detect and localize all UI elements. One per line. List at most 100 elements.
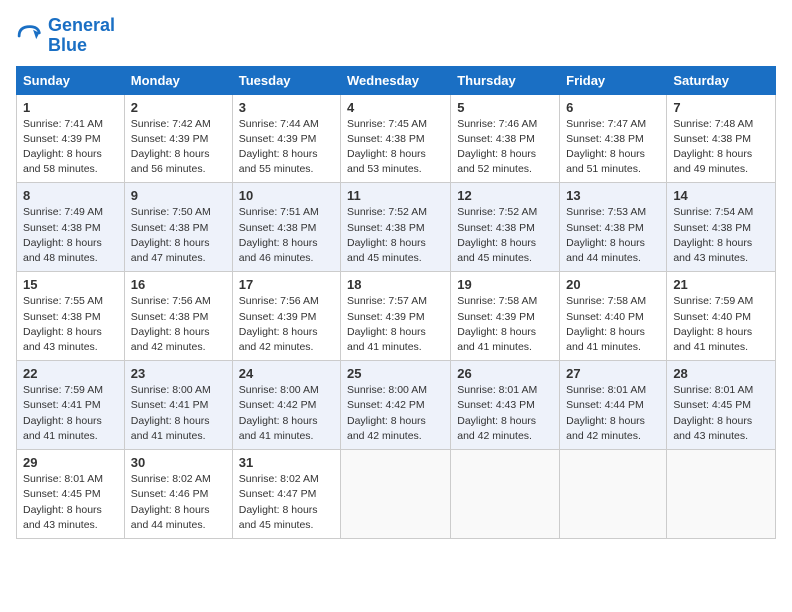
day-number: 22	[23, 366, 118, 381]
sunset-label: Sunset: 4:46 PM	[131, 488, 209, 500]
sunrise-label: Sunrise: 7:44 AM	[239, 118, 319, 130]
calendar-header-row: SundayMondayTuesdayWednesdayThursdayFrid…	[17, 66, 776, 94]
calendar-cell: 3 Sunrise: 7:44 AM Sunset: 4:39 PM Dayli…	[232, 94, 340, 183]
day-number: 4	[347, 100, 444, 115]
calendar-cell: 17 Sunrise: 7:56 AM Sunset: 4:39 PM Dayl…	[232, 272, 340, 361]
daylight-label: Daylight: 8 hours and 41 minutes.	[457, 326, 536, 353]
day-number: 2	[131, 100, 226, 115]
page-header: General Blue	[16, 16, 776, 56]
day-number: 3	[239, 100, 334, 115]
calendar-cell: 4 Sunrise: 7:45 AM Sunset: 4:38 PM Dayli…	[341, 94, 451, 183]
sunset-label: Sunset: 4:42 PM	[347, 399, 425, 411]
day-info: Sunrise: 8:01 AM Sunset: 4:45 PM Dayligh…	[673, 383, 769, 444]
day-info: Sunrise: 8:02 AM Sunset: 4:47 PM Dayligh…	[239, 472, 334, 533]
day-info: Sunrise: 8:00 AM Sunset: 4:42 PM Dayligh…	[239, 383, 334, 444]
sunset-label: Sunset: 4:45 PM	[23, 488, 101, 500]
daylight-label: Daylight: 8 hours and 49 minutes.	[673, 148, 752, 175]
daylight-label: Daylight: 8 hours and 43 minutes.	[23, 504, 102, 531]
calendar-cell: 20 Sunrise: 7:58 AM Sunset: 4:40 PM Dayl…	[560, 272, 667, 361]
daylight-label: Daylight: 8 hours and 53 minutes.	[347, 148, 426, 175]
sunset-label: Sunset: 4:39 PM	[347, 311, 425, 323]
sunset-label: Sunset: 4:41 PM	[23, 399, 101, 411]
sunset-label: Sunset: 4:45 PM	[673, 399, 751, 411]
calendar-week-row: 1 Sunrise: 7:41 AM Sunset: 4:39 PM Dayli…	[17, 94, 776, 183]
calendar-cell: 16 Sunrise: 7:56 AM Sunset: 4:38 PM Dayl…	[124, 272, 232, 361]
day-info: Sunrise: 7:56 AM Sunset: 4:38 PM Dayligh…	[131, 294, 226, 355]
calendar-cell: 28 Sunrise: 8:01 AM Sunset: 4:45 PM Dayl…	[667, 361, 776, 450]
sunset-label: Sunset: 4:39 PM	[23, 133, 101, 145]
sunset-label: Sunset: 4:38 PM	[566, 133, 644, 145]
day-info: Sunrise: 7:41 AM Sunset: 4:39 PM Dayligh…	[23, 117, 118, 178]
sunrise-label: Sunrise: 8:02 AM	[131, 473, 211, 485]
calendar-cell: 2 Sunrise: 7:42 AM Sunset: 4:39 PM Dayli…	[124, 94, 232, 183]
weekday-header-sunday: Sunday	[17, 66, 125, 94]
day-number: 13	[566, 188, 660, 203]
calendar-week-row: 8 Sunrise: 7:49 AM Sunset: 4:38 PM Dayli…	[17, 183, 776, 272]
sunrise-label: Sunrise: 7:53 AM	[566, 206, 646, 218]
day-number: 28	[673, 366, 769, 381]
weekday-header-monday: Monday	[124, 66, 232, 94]
sunset-label: Sunset: 4:38 PM	[566, 222, 644, 234]
sunrise-label: Sunrise: 7:50 AM	[131, 206, 211, 218]
sunrise-label: Sunrise: 8:00 AM	[239, 384, 319, 396]
daylight-label: Daylight: 8 hours and 42 minutes.	[239, 326, 318, 353]
daylight-label: Daylight: 8 hours and 41 minutes.	[23, 415, 102, 442]
calendar-cell: 7 Sunrise: 7:48 AM Sunset: 4:38 PM Dayli…	[667, 94, 776, 183]
day-number: 14	[673, 188, 769, 203]
calendar-cell	[560, 450, 667, 539]
sunrise-label: Sunrise: 7:45 AM	[347, 118, 427, 130]
sunrise-label: Sunrise: 7:58 AM	[566, 295, 646, 307]
weekday-header-tuesday: Tuesday	[232, 66, 340, 94]
sunrise-label: Sunrise: 7:46 AM	[457, 118, 537, 130]
calendar-cell: 29 Sunrise: 8:01 AM Sunset: 4:45 PM Dayl…	[17, 450, 125, 539]
daylight-label: Daylight: 8 hours and 44 minutes.	[131, 504, 210, 531]
sunset-label: Sunset: 4:44 PM	[566, 399, 644, 411]
daylight-label: Daylight: 8 hours and 56 minutes.	[131, 148, 210, 175]
calendar-cell: 11 Sunrise: 7:52 AM Sunset: 4:38 PM Dayl…	[341, 183, 451, 272]
daylight-label: Daylight: 8 hours and 51 minutes.	[566, 148, 645, 175]
daylight-label: Daylight: 8 hours and 47 minutes.	[131, 237, 210, 264]
sunset-label: Sunset: 4:41 PM	[131, 399, 209, 411]
sunset-label: Sunset: 4:43 PM	[457, 399, 535, 411]
daylight-label: Daylight: 8 hours and 41 minutes.	[347, 326, 426, 353]
day-info: Sunrise: 7:52 AM Sunset: 4:38 PM Dayligh…	[347, 205, 444, 266]
sunrise-label: Sunrise: 8:01 AM	[673, 384, 753, 396]
day-number: 21	[673, 277, 769, 292]
sunset-label: Sunset: 4:42 PM	[239, 399, 317, 411]
calendar-cell: 18 Sunrise: 7:57 AM Sunset: 4:39 PM Dayl…	[341, 272, 451, 361]
day-number: 11	[347, 188, 444, 203]
day-info: Sunrise: 7:58 AM Sunset: 4:40 PM Dayligh…	[566, 294, 660, 355]
calendar-cell: 14 Sunrise: 7:54 AM Sunset: 4:38 PM Dayl…	[667, 183, 776, 272]
calendar-cell: 27 Sunrise: 8:01 AM Sunset: 4:44 PM Dayl…	[560, 361, 667, 450]
sunset-label: Sunset: 4:38 PM	[23, 311, 101, 323]
day-number: 19	[457, 277, 553, 292]
day-info: Sunrise: 7:59 AM Sunset: 4:41 PM Dayligh…	[23, 383, 118, 444]
day-info: Sunrise: 7:58 AM Sunset: 4:39 PM Dayligh…	[457, 294, 553, 355]
sunset-label: Sunset: 4:38 PM	[457, 133, 535, 145]
sunset-label: Sunset: 4:40 PM	[673, 311, 751, 323]
logo-text: General Blue	[48, 16, 115, 56]
sunrise-label: Sunrise: 7:54 AM	[673, 206, 753, 218]
calendar-cell: 21 Sunrise: 7:59 AM Sunset: 4:40 PM Dayl…	[667, 272, 776, 361]
calendar-cell: 10 Sunrise: 7:51 AM Sunset: 4:38 PM Dayl…	[232, 183, 340, 272]
daylight-label: Daylight: 8 hours and 45 minutes.	[457, 237, 536, 264]
day-number: 26	[457, 366, 553, 381]
day-info: Sunrise: 7:44 AM Sunset: 4:39 PM Dayligh…	[239, 117, 334, 178]
daylight-label: Daylight: 8 hours and 41 minutes.	[131, 415, 210, 442]
day-info: Sunrise: 7:54 AM Sunset: 4:38 PM Dayligh…	[673, 205, 769, 266]
weekday-header-thursday: Thursday	[451, 66, 560, 94]
sunset-label: Sunset: 4:38 PM	[23, 222, 101, 234]
weekday-header-wednesday: Wednesday	[341, 66, 451, 94]
calendar-week-row: 22 Sunrise: 7:59 AM Sunset: 4:41 PM Dayl…	[17, 361, 776, 450]
sunrise-label: Sunrise: 7:58 AM	[457, 295, 537, 307]
calendar-cell: 24 Sunrise: 8:00 AM Sunset: 4:42 PM Dayl…	[232, 361, 340, 450]
calendar-cell: 6 Sunrise: 7:47 AM Sunset: 4:38 PM Dayli…	[560, 94, 667, 183]
sunrise-label: Sunrise: 8:01 AM	[23, 473, 103, 485]
sunrise-label: Sunrise: 7:48 AM	[673, 118, 753, 130]
sunrise-label: Sunrise: 7:56 AM	[131, 295, 211, 307]
daylight-label: Daylight: 8 hours and 52 minutes.	[457, 148, 536, 175]
sunrise-label: Sunrise: 7:59 AM	[673, 295, 753, 307]
day-info: Sunrise: 7:50 AM Sunset: 4:38 PM Dayligh…	[131, 205, 226, 266]
day-number: 5	[457, 100, 553, 115]
daylight-label: Daylight: 8 hours and 41 minutes.	[239, 415, 318, 442]
